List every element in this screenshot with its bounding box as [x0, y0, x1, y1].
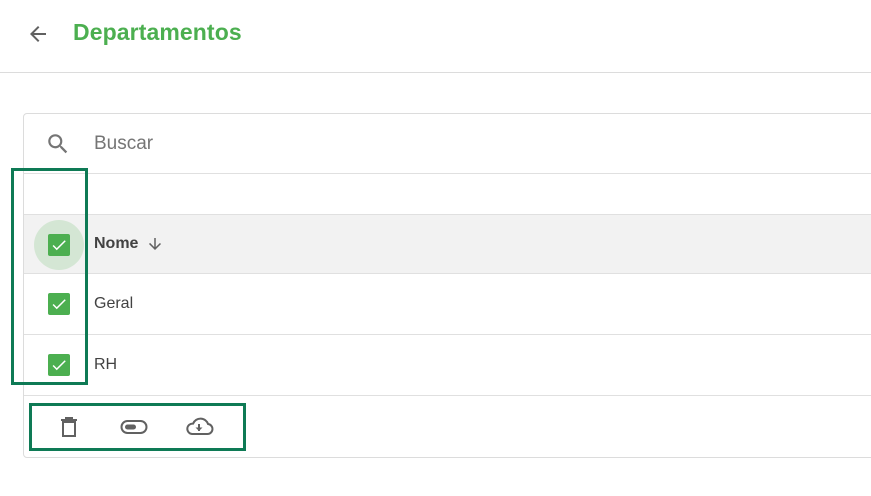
delete-button[interactable] [53, 411, 85, 443]
table-header-row: Nome [24, 214, 871, 274]
trash-icon [61, 417, 77, 437]
column-header-nome[interactable]: Nome [94, 235, 164, 253]
row-checkbox[interactable] [48, 293, 70, 315]
toggle-status-button[interactable] [118, 411, 150, 443]
arrow-left-icon [30, 26, 46, 42]
row-checkbox[interactable] [48, 354, 70, 376]
table-row[interactable]: RH [24, 335, 871, 396]
toggle-icon [120, 420, 148, 434]
column-header-label: Nome [94, 235, 139, 252]
back-button[interactable] [22, 18, 54, 50]
download-button[interactable] [183, 411, 215, 443]
app-bar: Departamentos [0, 0, 871, 73]
search-icon [48, 134, 68, 154]
bulk-actions-bar [24, 397, 871, 457]
arrow-down-icon [149, 238, 162, 250]
check-icon [52, 360, 66, 371]
cloud-download-icon [186, 417, 214, 435]
departments-table-card: Nome Geral RH [23, 113, 871, 458]
cell-nome: Geral [94, 295, 134, 312]
check-icon [52, 299, 66, 310]
select-all-checkbox[interactable] [48, 234, 70, 256]
search-bar [24, 114, 871, 174]
search-input[interactable] [94, 128, 794, 160]
cell-nome: RH [94, 356, 118, 373]
page-title: Departamentos [73, 19, 242, 45]
check-icon [52, 240, 66, 251]
table-row[interactable]: Geral [24, 274, 871, 335]
